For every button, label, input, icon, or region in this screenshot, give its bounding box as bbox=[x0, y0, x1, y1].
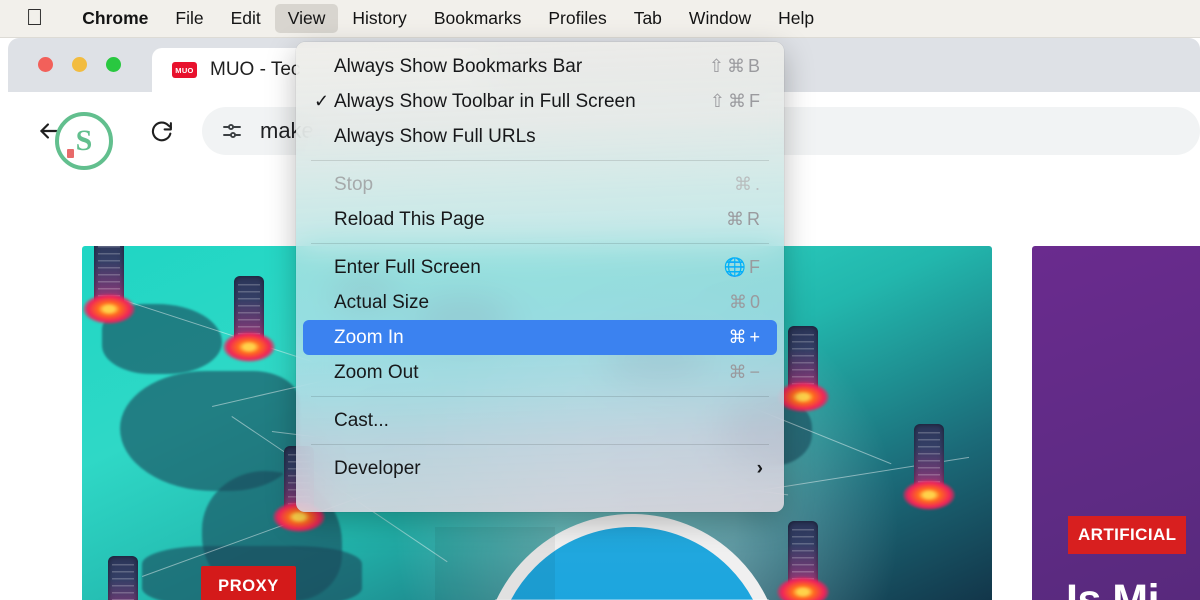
menubar-item-bookmarks[interactable]: Bookmarks bbox=[421, 4, 535, 33]
menu-item-label: Always Show Full URLs bbox=[334, 125, 536, 147]
menubar-item-view[interactable]: View bbox=[274, 4, 339, 33]
menu-item-zoom-in[interactable]: Zoom In ⌘+ bbox=[303, 320, 777, 355]
muo-favicon: MUO bbox=[172, 62, 197, 78]
menu-item-shortcut: ⌘− bbox=[728, 362, 763, 382]
menubar-item-tab[interactable]: Tab bbox=[621, 4, 675, 33]
proxy-category-badge[interactable]: PROXY bbox=[201, 566, 296, 600]
menu-item-cast[interactable]: Cast... bbox=[303, 403, 777, 438]
menubar-item-file[interactable]: File bbox=[162, 4, 216, 33]
menu-item-always-show-full-urls[interactable]: Always Show Full URLs bbox=[303, 119, 777, 154]
menu-separator bbox=[311, 243, 769, 244]
screen: PROXY ARTIFICIAL Is Mi MUO MUO - Tec mak… bbox=[0, 0, 1200, 600]
server-node bbox=[777, 326, 829, 412]
menu-separator bbox=[311, 444, 769, 445]
menu-item-shortcut: ⇧⌘B bbox=[708, 56, 763, 76]
menu-item-reload-this-page[interactable]: Reload This Page ⌘R bbox=[303, 202, 777, 237]
menubar-item-history[interactable]: History bbox=[339, 4, 419, 33]
reload-icon bbox=[151, 120, 172, 141]
watermark-accent bbox=[67, 149, 74, 158]
chevron-right-icon: › bbox=[756, 457, 763, 479]
menu-separator bbox=[311, 396, 769, 397]
menu-item-always-show-toolbar-in-full-screen[interactable]: ✓ Always Show Toolbar in Full Screen ⇧⌘F bbox=[303, 84, 777, 119]
menu-item-label: Stop bbox=[334, 173, 374, 195]
watermark-logo: S bbox=[55, 112, 113, 170]
menu-item-label: Always Show Bookmarks Bar bbox=[334, 55, 583, 77]
menu-item-shortcut: ⌘. bbox=[733, 174, 763, 194]
reload-button[interactable] bbox=[138, 108, 184, 154]
minimize-window-button[interactable] bbox=[72, 57, 87, 72]
menu-item-shortcut: 🌐F bbox=[723, 257, 763, 277]
menu-item-shortcut: ⌘+ bbox=[728, 327, 763, 347]
globe-graphic bbox=[435, 514, 782, 600]
ai-article-card[interactable]: ARTIFICIAL Is Mi bbox=[1032, 246, 1200, 600]
menubar-item-window[interactable]: Window bbox=[676, 4, 764, 33]
tab-title: MUO - Tec bbox=[210, 59, 301, 80]
menu-item-shortcut: ⌘R bbox=[726, 209, 763, 229]
menu-item-shortcut: ⌘0 bbox=[728, 292, 763, 312]
ai-category-badge[interactable]: ARTIFICIAL bbox=[1068, 516, 1187, 554]
server-node bbox=[102, 556, 144, 600]
apple-logo-icon[interactable]:  bbox=[26, 5, 43, 29]
watermark-letter: S bbox=[75, 124, 93, 157]
menu-item-shortcut: ⇧⌘F bbox=[709, 91, 763, 111]
server-node bbox=[83, 246, 135, 324]
menu-item-label: Developer bbox=[334, 457, 421, 479]
menu-separator bbox=[311, 160, 769, 161]
menu-item-label: Zoom In bbox=[334, 326, 404, 348]
menu-item-zoom-out[interactable]: Zoom Out ⌘− bbox=[303, 355, 777, 390]
menu-item-label: Reload This Page bbox=[334, 208, 485, 230]
maximize-window-button[interactable] bbox=[106, 57, 121, 72]
macos-menu-bar:  ChromeFileEditViewHistoryBookmarksProf… bbox=[0, 0, 1200, 38]
menu-item-label: Enter Full Screen bbox=[334, 256, 481, 278]
view-dropdown-menu: Always Show Bookmarks Bar ⇧⌘B ✓ Always Show… bbox=[296, 42, 784, 512]
menu-item-label: Always Show Toolbar in Full Screen bbox=[334, 90, 636, 112]
server-node bbox=[777, 521, 829, 600]
menu-item-actual-size[interactable]: Actual Size ⌘0 bbox=[303, 285, 777, 320]
menu-item-label: Zoom Out bbox=[334, 361, 419, 383]
menu-item-label: Actual Size bbox=[334, 291, 430, 313]
menu-item-label: Cast... bbox=[334, 409, 389, 431]
menu-item-stop: Stop ⌘. bbox=[303, 167, 777, 202]
menu-item-enter-full-screen[interactable]: Enter Full Screen 🌐F bbox=[303, 250, 777, 285]
checkmark-icon: ✓ bbox=[314, 91, 330, 111]
menu-item-always-show-bookmarks-bar[interactable]: Always Show Bookmarks Bar ⇧⌘B bbox=[303, 49, 777, 84]
menubar-item-chrome[interactable]: Chrome bbox=[69, 4, 161, 33]
close-window-button[interactable] bbox=[38, 57, 53, 72]
menubar-item-edit[interactable]: Edit bbox=[218, 4, 274, 33]
menubar-item-profiles[interactable]: Profiles bbox=[535, 4, 619, 33]
ai-article-headline[interactable]: Is Mi bbox=[1066, 576, 1160, 600]
sliders-icon[interactable] bbox=[220, 119, 244, 143]
menubar-item-help[interactable]: Help bbox=[765, 4, 827, 33]
server-node bbox=[223, 276, 275, 362]
menu-item-developer[interactable]: Developer › bbox=[303, 451, 777, 486]
server-node bbox=[903, 424, 955, 510]
globe-shading bbox=[435, 527, 555, 600]
window-controls bbox=[38, 57, 121, 72]
